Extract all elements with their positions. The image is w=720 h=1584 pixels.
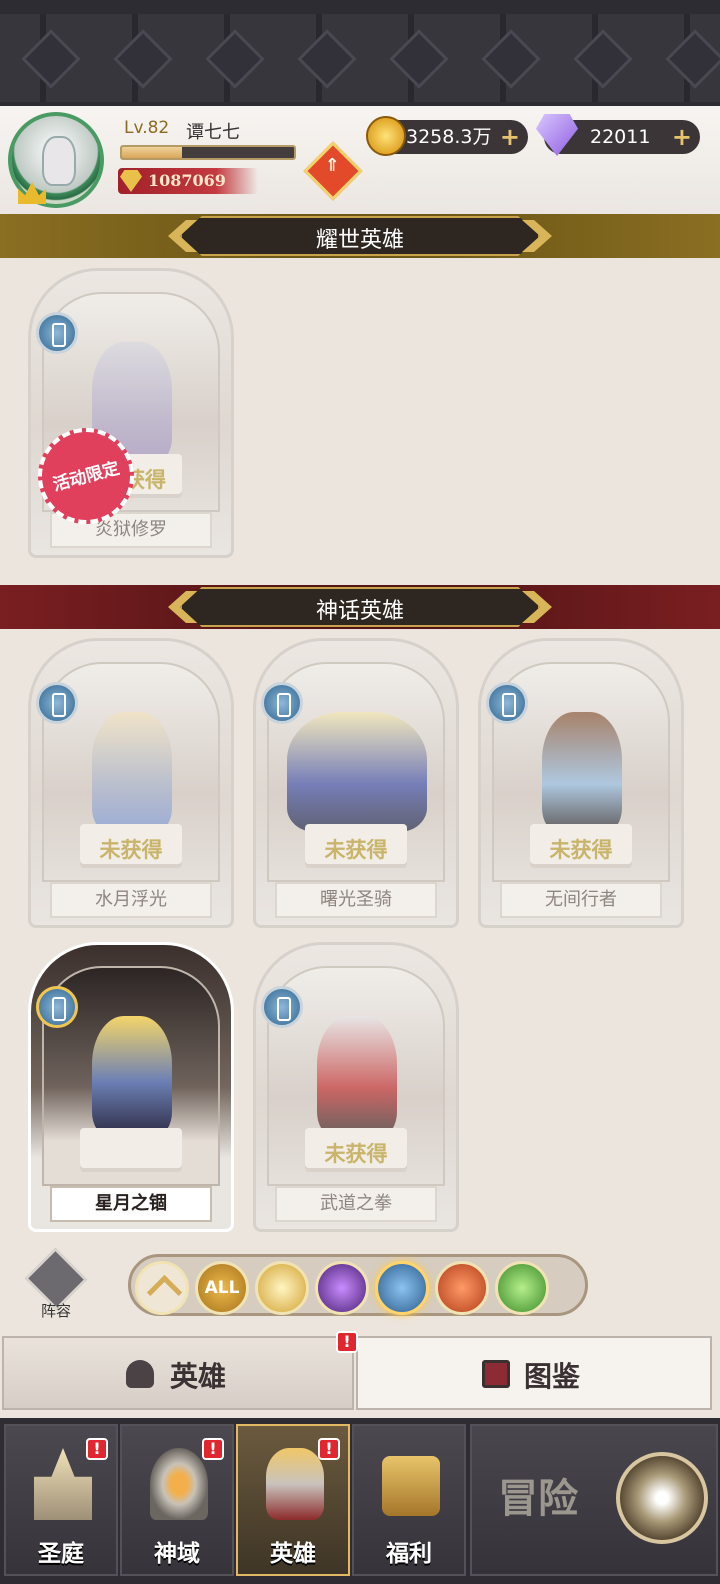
nav-welfare[interactable]: 福利 — [352, 1424, 466, 1576]
hero-name: 武道之拳 — [275, 1186, 437, 1222]
add-gold-button[interactable]: + — [500, 120, 520, 154]
helmet-icon — [126, 1360, 154, 1388]
gold-coin-icon — [366, 116, 406, 156]
nav-divine-realm-label: 神域 — [154, 1541, 200, 1567]
gem-counter: 22011 + — [536, 114, 700, 156]
divine-realm-icon — [150, 1448, 208, 1520]
knight-class-icon — [486, 682, 528, 724]
nav-sanctuary-label: 圣庭 — [38, 1541, 84, 1567]
alert-badge: ! — [318, 1438, 340, 1460]
hero-sprite — [92, 712, 172, 832]
gold-value: 3258.3万 — [406, 126, 492, 148]
nav-divine-realm[interactable]: ! 神域 — [120, 1424, 234, 1576]
hero-name: 曙光圣骑 — [275, 882, 437, 918]
filter-dark-icon[interactable] — [315, 1261, 369, 1315]
filter-knight-icon[interactable] — [375, 1261, 429, 1315]
power-icon — [120, 170, 142, 192]
knight-class-icon — [261, 986, 303, 1028]
hero-card-wudao-zhiquan[interactable]: 未获得 武道之拳 — [253, 942, 459, 1232]
knight-class-icon — [36, 682, 78, 724]
hero-card-shuiyue-fuguang[interactable]: 未获得 水月浮光 — [28, 638, 234, 928]
collapse-filter-button[interactable] — [135, 1261, 189, 1315]
hero-name: 水月浮光 — [50, 882, 212, 918]
glory-heroes-banner: 耀世英雄 — [0, 214, 720, 258]
hero-status: 未获得 — [324, 838, 388, 862]
filter-all-label: ALL — [204, 1278, 240, 1298]
nav-sanctuary[interactable]: ! 圣庭 — [4, 1424, 118, 1576]
hero-status: 未获得 — [324, 1142, 388, 1166]
tab-codex-label: 图鉴 — [524, 1360, 581, 1393]
tab-heroes-label: 英雄 — [170, 1360, 227, 1393]
hero-status: 未获得 — [99, 838, 163, 862]
helmet-icon — [266, 1448, 324, 1520]
add-gem-button[interactable]: + — [672, 120, 692, 154]
hero-sprite — [287, 712, 427, 832]
glory-heroes-title: 耀世英雄 — [315, 228, 404, 253]
limited-event-label: 活动限定 — [50, 458, 122, 496]
combat-power-value: 1087069 — [148, 171, 226, 190]
hero-card-shuguang-shengqi[interactable]: 未获得 曙光圣骑 — [253, 638, 459, 928]
filter-all-button[interactable]: ALL — [195, 1261, 249, 1315]
bottom-nav: ! 圣庭 ! 神域 ! 英雄 福利 冒险 — [0, 1418, 720, 1584]
gold-counter: 3258.3万 + — [366, 116, 528, 156]
lineup-label: 阵容 — [40, 1302, 71, 1320]
tab-heroes[interactable]: 英雄 — [2, 1336, 354, 1410]
nav-heroes-label: 英雄 — [270, 1541, 316, 1567]
hero-name: 星月之锢 — [50, 1186, 212, 1222]
player-name: 谭七七 — [186, 122, 240, 143]
hero-card-xingyue-zhigu[interactable]: 星月之锢 — [28, 942, 234, 1232]
xp-bar — [120, 145, 296, 160]
xp-bar-fill — [122, 147, 183, 158]
class-filter-bar: ALL — [128, 1254, 588, 1316]
filter-wolf-icon[interactable] — [435, 1261, 489, 1315]
adventure-label: 冒险 — [498, 1476, 578, 1522]
knight-class-icon — [261, 682, 303, 724]
treasure-chest-icon — [382, 1456, 440, 1516]
hero-sprite — [542, 712, 622, 832]
hero-sprite — [92, 1016, 172, 1136]
filter-light-icon[interactable] — [255, 1261, 309, 1315]
adventure-button[interactable]: 冒险 — [470, 1424, 718, 1576]
alert-badge: ! — [202, 1438, 224, 1460]
codex-book-icon — [482, 1360, 510, 1388]
player-level: Lv.82 — [124, 118, 170, 138]
sanctuary-icon — [34, 1448, 92, 1520]
knight-class-icon — [36, 986, 78, 1028]
hero-sprite — [317, 1016, 397, 1136]
hero-status: 未获得 — [549, 838, 613, 862]
top-decor-band — [0, 0, 720, 106]
alert-badge: ! — [86, 1438, 108, 1460]
tab-codex[interactable]: 图鉴 — [356, 1336, 712, 1410]
hero-card-wujian-xingzhe[interactable]: 未获得 无间行者 — [478, 638, 684, 928]
hero-name: 无间行者 — [500, 882, 662, 918]
lineup-button[interactable]: 阵容 — [22, 1247, 90, 1324]
filter-tree-icon[interactable] — [495, 1261, 549, 1315]
gem-value: 22011 — [590, 126, 651, 148]
nav-welfare-label: 福利 — [386, 1541, 432, 1567]
tab-alert-badge: ! — [336, 1331, 358, 1353]
compass-icon — [616, 1452, 708, 1544]
myth-heroes-banner: 神话英雄 — [0, 585, 720, 629]
knight-class-icon — [36, 312, 78, 354]
combat-power: 1087069 — [118, 168, 258, 194]
myth-heroes-title: 神话英雄 — [315, 599, 404, 624]
nav-heroes[interactable]: ! 英雄 — [236, 1424, 350, 1576]
